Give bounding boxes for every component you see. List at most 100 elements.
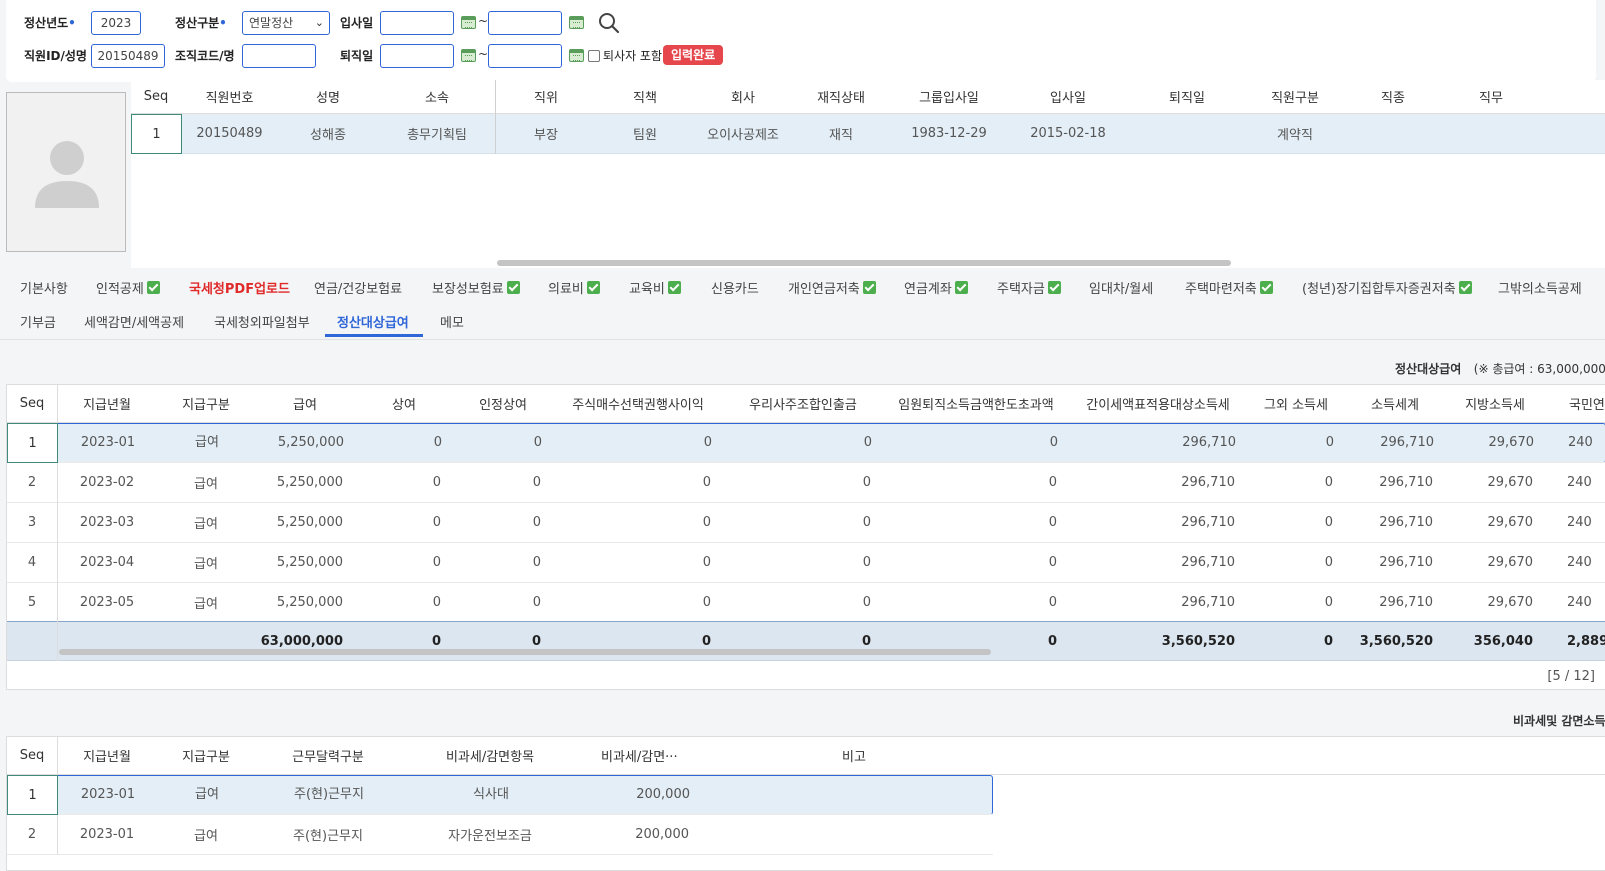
col-header[interactable]: 간이세액표적용대상소득세 — [1069, 385, 1247, 422]
tab-settlement-salary[interactable]: 정산대상급여 — [337, 312, 409, 331]
col-header[interactable]: 그룹입사일 — [890, 80, 1008, 113]
year-input[interactable]: 2023 — [91, 11, 141, 35]
check-icon — [1259, 281, 1273, 294]
retiree-include-label: 퇴사자 포함 — [603, 49, 663, 63]
join-date-to-input[interactable] — [488, 11, 562, 35]
horizontal-scrollbar[interactable] — [497, 260, 1231, 266]
tab-external-files[interactable]: 국세청외파일첨부 — [214, 312, 310, 331]
status-badge: 입력완료 — [663, 45, 724, 65]
col-header[interactable]: 성명 — [278, 80, 378, 113]
col-header[interactable]: 지급구분 — [157, 737, 255, 774]
tab-lease-rent[interactable]: 임대차/월세 — [1089, 278, 1153, 297]
table-row[interactable]: 4 2023-04 급여 5,250,000 0 0 0 0 0 296,710… — [7, 543, 1605, 583]
nontax-grid-header: Seq 지급년월 지급구분 근무달력구분 비과세/감면항목 비과세/감면··· … — [7, 737, 1605, 775]
tab-memo[interactable]: 메모 — [440, 312, 464, 331]
table-row[interactable]: 20150489 성해종 총무기획팀 부장 팀원 오이사공제조 재직 1983-… — [131, 114, 1605, 154]
col-header[interactable]: 주식매수선택권행사이익 — [553, 385, 723, 422]
col-header[interactable]: 직위 — [496, 80, 596, 113]
retiree-include-checkbox[interactable] — [588, 50, 600, 62]
col-header[interactable]: 지방소득세 — [1445, 385, 1545, 422]
col-header[interactable]: Seq — [7, 385, 57, 422]
col-header[interactable]: 직원구분 — [1246, 80, 1344, 113]
employee-id-label: 직원ID/성명 — [24, 49, 87, 63]
nontax-section-title: 비과세및 감면소득 — [1513, 714, 1605, 728]
col-header[interactable]: 임원퇴직소득금액한도초과액 — [883, 385, 1069, 422]
search-icon[interactable] — [597, 11, 621, 35]
col-header[interactable]: 국민연 — [1545, 385, 1605, 422]
tab-other-income-deduction[interactable]: 그밖의소득공제 — [1498, 278, 1582, 297]
table-row[interactable]: 2023-01 급여 주(현)근무지 식사대 200,000 — [7, 775, 993, 815]
tab-tax-credit[interactable]: 세액감면/세액공제 — [84, 312, 184, 331]
tab-education[interactable]: 교육비 — [629, 278, 681, 297]
table-row[interactable]: 3 2023-03 급여 5,250,000 0 0 0 0 0 296,710… — [7, 503, 1605, 543]
col-header[interactable]: 직원번호 — [181, 80, 278, 113]
tab-basic[interactable]: 기본사항 — [20, 278, 68, 297]
table-row[interactable]: 5 2023-05 급여 5,250,000 0 0 0 0 0 296,710… — [7, 583, 1605, 623]
calendar-icon[interactable] — [461, 16, 476, 29]
col-header[interactable]: 비과세/감면··· — [579, 737, 715, 774]
col-header[interactable]: 지급구분 — [157, 385, 255, 422]
tab-insurance[interactable]: 보장성보험료 — [432, 278, 520, 297]
org-code-input[interactable] — [242, 44, 316, 68]
col-header[interactable]: 직무 — [1442, 80, 1540, 113]
tab-housing-fund[interactable]: 주택자금 — [997, 278, 1061, 297]
table-row[interactable]: 2 2023-01 급여 주(현)근무지 자가운전보조금 200,000 — [7, 815, 993, 855]
col-header[interactable]: 소득세계 — [1345, 385, 1445, 422]
col-header[interactable]: 회사 — [694, 80, 792, 113]
join-date-label: 입사일 — [340, 16, 374, 30]
col-header[interactable]: 직책 — [596, 80, 694, 113]
tab-personal-pension[interactable]: 개인연금저축 — [788, 278, 876, 297]
col-header[interactable]: 직종 — [1344, 80, 1442, 113]
check-icon — [667, 281, 681, 294]
retire-date-to-input[interactable] — [488, 44, 562, 68]
col-header[interactable]: 재직상태 — [792, 80, 890, 113]
join-date-from-input[interactable] — [380, 11, 454, 35]
tab-donation[interactable]: 기부금 — [20, 312, 56, 331]
table-row[interactable]: 2023-01 급여 5,250,000 0 0 0 0 0 296,710 0… — [7, 423, 1605, 463]
horizontal-scrollbar[interactable] — [59, 649, 991, 655]
nontax-grid: Seq 지급년월 지급구분 근무달력구분 비과세/감면항목 비과세/감면··· … — [6, 736, 1605, 871]
tab-nts-pdf-upload[interactable]: 국세청PDF업로드 — [189, 278, 290, 297]
calendar-icon[interactable] — [569, 49, 584, 62]
col-header[interactable]: Seq — [7, 737, 57, 774]
retire-date-from-input[interactable] — [380, 44, 454, 68]
col-header[interactable]: 소속 — [378, 80, 496, 113]
col-header[interactable]: 지급년월 — [57, 385, 157, 422]
col-header[interactable]: 급여 — [255, 385, 355, 422]
col-header[interactable]: Seq — [131, 80, 181, 113]
tab-youth-investment[interactable]: (청년)장기집합투자증권저축 — [1302, 278, 1472, 297]
col-header[interactable]: 입사일 — [1008, 80, 1128, 113]
salary-section-title: 정산대상급여 (※ 총급여 : 63,000,000) — [1395, 362, 1605, 376]
calendar-icon[interactable] — [461, 49, 476, 62]
salary-grid: Seq 지급년월 지급구분 급여 상여 인정상여 주식매수선택권행사이익 우리사… — [6, 384, 1605, 690]
tab-pension-account[interactable]: 연금계좌 — [904, 278, 968, 297]
col-header[interactable]: 지급년월 — [57, 737, 157, 774]
selected-seq-cell[interactable]: 1 — [131, 114, 182, 154]
check-icon — [1458, 281, 1472, 294]
check-icon — [586, 281, 600, 294]
type-select[interactable]: 연말정산 ⌄ — [242, 11, 330, 35]
tab-bar: 기본사항 인적공제 국세청PDF업로드 연금/건강보험료 보장성보험료 의료비 … — [0, 268, 1605, 340]
tab-pension-health[interactable]: 연금/건강보험료 — [314, 278, 402, 297]
col-header[interactable]: 그외 소득세 — [1247, 385, 1345, 422]
col-header[interactable]: 근무달력구분 — [255, 737, 401, 774]
tab-housing-savings[interactable]: 주택마련저축 — [1185, 278, 1273, 297]
tab-personal-deduction[interactable]: 인적공제 — [96, 278, 160, 297]
col-header[interactable]: 우리사주조합인출금 — [723, 385, 883, 422]
selected-seq-cell[interactable]: 1 — [7, 423, 58, 463]
col-header[interactable]: 상여 — [355, 385, 453, 422]
chevron-down-icon: ⌄ — [314, 16, 324, 29]
type-label: 정산구분• — [175, 16, 227, 30]
tab-medical[interactable]: 의료비 — [548, 278, 600, 297]
selected-seq-cell[interactable]: 1 — [7, 775, 58, 815]
summary-row: 63,000,000 0 0 0 0 0 3,560,520 0 3,560,5… — [7, 621, 1605, 661]
col-header[interactable]: 비고 — [715, 737, 993, 774]
table-row[interactable]: 2 2023-02 급여 5,250,000 0 0 0 0 0 296,710… — [7, 463, 1605, 503]
employee-photo — [6, 92, 126, 252]
col-header[interactable]: 비과세/감면항목 — [401, 737, 579, 774]
tab-credit-card[interactable]: 신용카드 — [711, 278, 759, 297]
employee-id-input[interactable]: 20150489 — [91, 44, 165, 68]
col-header[interactable]: 퇴직일 — [1128, 80, 1246, 113]
calendar-icon[interactable] — [569, 16, 584, 29]
col-header[interactable]: 인정상여 — [453, 385, 553, 422]
